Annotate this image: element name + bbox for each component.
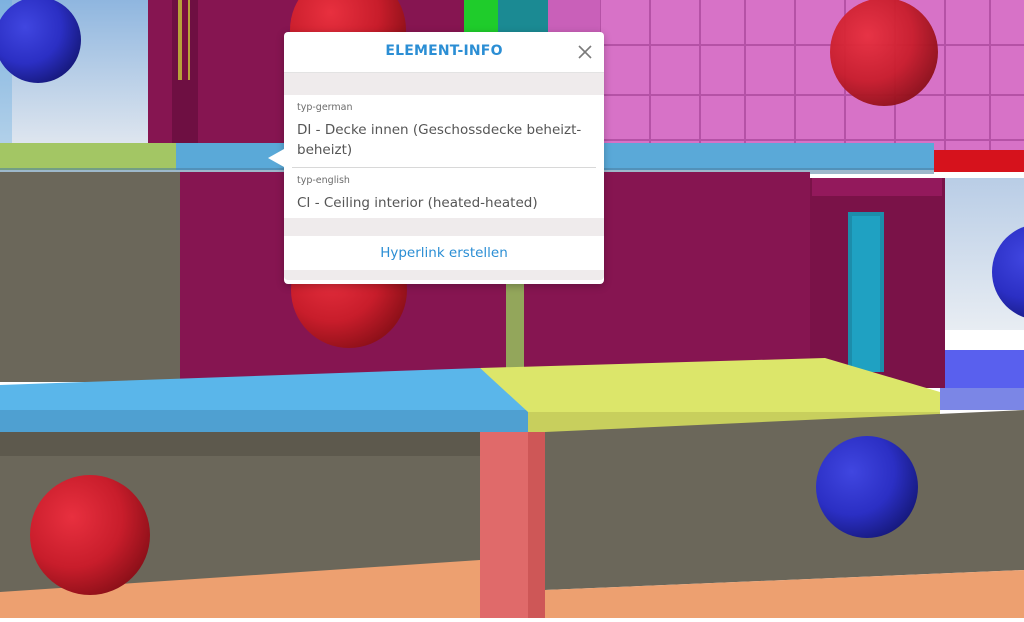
popup-pointer	[268, 149, 284, 167]
slab-green	[0, 143, 176, 170]
field-label: typ-german	[297, 102, 353, 113]
field-label: typ-english	[297, 175, 350, 186]
close-icon[interactable]	[576, 43, 594, 61]
field-value: DI - Decke innen (Geschossdecke beheizt-…	[297, 122, 582, 158]
green-column	[464, 0, 498, 32]
upper-wall-pink	[548, 0, 1024, 152]
popup-separator-band	[284, 73, 604, 95]
lower-wall-gray-right	[545, 410, 1024, 590]
create-hyperlink-link[interactable]: Hyperlink erstellen	[284, 236, 604, 270]
field-value: CI - Ceiling interior (heated-heated)	[297, 195, 538, 211]
popup-separator-band	[284, 218, 604, 236]
popup-header: ELEMENT-INFO	[284, 32, 604, 73]
mid-wall-gray-left	[0, 172, 180, 382]
marker-red-topright	[830, 0, 938, 106]
field-typ-english: typ-english CI - Ceiling interior (heate…	[292, 167, 596, 218]
marker-red-bottomleft	[30, 475, 150, 595]
popup-footer-band	[284, 270, 604, 280]
field-typ-german: typ-german DI - Decke innen (Geschossdec…	[284, 95, 604, 167]
slab-red	[934, 150, 1024, 172]
marker-blue-bottomright	[816, 436, 918, 538]
element-info-popup: ELEMENT-INFO typ-german DI - Decke innen…	[268, 32, 604, 284]
popup-title: ELEMENT-INFO	[385, 43, 503, 59]
